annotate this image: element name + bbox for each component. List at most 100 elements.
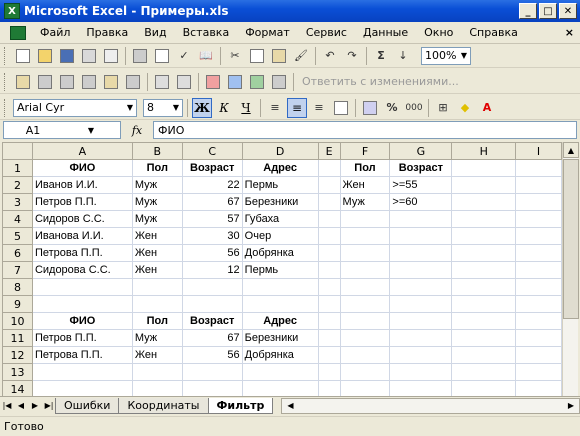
- cell[interactable]: 56: [181, 244, 243, 262]
- thousands-separator-button[interactable]: 000: [404, 98, 424, 118]
- cell[interactable]: [31, 278, 133, 296]
- cell[interactable]: [451, 329, 517, 347]
- cut-icon[interactable]: ✂: [225, 46, 245, 66]
- cell[interactable]: [515, 346, 562, 364]
- column-header[interactable]: C: [181, 142, 243, 160]
- cell[interactable]: Сидоров С.С.: [31, 210, 133, 228]
- cell[interactable]: [451, 312, 517, 330]
- review-icon-8[interactable]: [174, 72, 194, 92]
- horizontal-scrollbar[interactable]: ◀ ▶: [281, 397, 580, 414]
- column-header[interactable]: G: [389, 142, 453, 160]
- cell[interactable]: [339, 244, 391, 262]
- cell[interactable]: [451, 159, 517, 177]
- row-header[interactable]: 13: [2, 363, 33, 381]
- cell[interactable]: [451, 193, 517, 211]
- cell[interactable]: [389, 295, 453, 313]
- cell[interactable]: [389, 278, 453, 296]
- cell[interactable]: Жен: [131, 346, 183, 364]
- column-header[interactable]: H: [451, 142, 517, 160]
- row-header[interactable]: 2: [2, 176, 33, 194]
- column-header[interactable]: A: [31, 142, 133, 160]
- row-header[interactable]: 4: [2, 210, 33, 228]
- cell[interactable]: [389, 380, 453, 396]
- cell[interactable]: Петрова П.П.: [31, 244, 133, 262]
- sheet-tab-coordinates[interactable]: Координаты: [118, 397, 209, 414]
- new-icon[interactable]: [13, 46, 33, 66]
- column-header[interactable]: E: [317, 142, 341, 160]
- cell[interactable]: [317, 380, 341, 396]
- chevron-down-icon[interactable]: ▼: [458, 51, 470, 60]
- review-icon-2[interactable]: [35, 72, 55, 92]
- spelling-icon[interactable]: ✓: [174, 46, 194, 66]
- review-icon-12[interactable]: [269, 72, 289, 92]
- cell[interactable]: [451, 380, 517, 396]
- fill-color-icon[interactable]: ◆: [455, 98, 475, 118]
- cell[interactable]: [181, 380, 243, 396]
- cell[interactable]: [317, 278, 341, 296]
- cell[interactable]: [451, 210, 517, 228]
- cell[interactable]: [389, 210, 453, 228]
- cell[interactable]: [241, 295, 319, 313]
- cell[interactable]: [451, 363, 517, 381]
- menu-view[interactable]: Вид: [136, 26, 174, 39]
- menu-tools[interactable]: Сервис: [298, 26, 355, 39]
- cell[interactable]: Жен: [339, 176, 391, 194]
- cell[interactable]: 67: [181, 193, 243, 211]
- cell[interactable]: [451, 176, 517, 194]
- zoom-combo[interactable]: 100% ▼: [421, 46, 471, 65]
- review-icon-1[interactable]: [13, 72, 33, 92]
- row-header[interactable]: 8: [2, 278, 33, 296]
- cell[interactable]: Муж: [131, 210, 183, 228]
- cell[interactable]: [339, 261, 391, 279]
- cell[interactable]: ФИО: [31, 159, 133, 177]
- cell[interactable]: [181, 278, 243, 296]
- cell[interactable]: Пол: [131, 312, 183, 330]
- cell[interactable]: 57: [181, 210, 243, 228]
- cell[interactable]: Возраст: [181, 159, 243, 177]
- insert-function-icon[interactable]: fx: [121, 124, 153, 137]
- column-header[interactable]: I: [515, 142, 562, 160]
- cell[interactable]: 56: [181, 346, 243, 364]
- cell[interactable]: Адрес: [241, 159, 319, 177]
- row-header[interactable]: 12: [2, 346, 33, 364]
- cell[interactable]: 67: [181, 329, 243, 347]
- cell[interactable]: [317, 244, 341, 262]
- maximize-button[interactable]: □: [539, 3, 557, 19]
- align-left-icon[interactable]: ≡: [265, 98, 285, 118]
- cell[interactable]: [515, 244, 562, 262]
- cell[interactable]: Сидорова С.С.: [31, 261, 133, 279]
- cell[interactable]: [515, 227, 562, 245]
- prev-sheet-icon[interactable]: ◀: [14, 401, 28, 410]
- scroll-left-icon[interactable]: ◀: [282, 401, 298, 410]
- cell[interactable]: Петров П.П.: [31, 193, 133, 211]
- cell[interactable]: [317, 176, 341, 194]
- cell[interactable]: 12: [181, 261, 243, 279]
- row-header[interactable]: 11: [2, 329, 33, 347]
- cell[interactable]: 22: [181, 176, 243, 194]
- cell[interactable]: Жен: [131, 244, 183, 262]
- cell[interactable]: [317, 159, 341, 177]
- cell[interactable]: [131, 363, 183, 381]
- cell[interactable]: >=55: [389, 176, 453, 194]
- row-header[interactable]: 9: [2, 295, 33, 313]
- cell[interactable]: Петров П.П.: [31, 329, 133, 347]
- cell[interactable]: [339, 295, 391, 313]
- cell[interactable]: [389, 312, 453, 330]
- sort-ascending-icon[interactable]: ↓: [393, 46, 413, 66]
- cell[interactable]: [241, 363, 319, 381]
- percent-button[interactable]: %: [382, 98, 402, 118]
- menu-window[interactable]: Окно: [416, 26, 461, 39]
- row-header[interactable]: 5: [2, 227, 33, 245]
- row-header[interactable]: 7: [2, 261, 33, 279]
- cell[interactable]: [339, 329, 391, 347]
- bold-button[interactable]: Ж: [192, 97, 212, 118]
- cell[interactable]: Муж: [131, 193, 183, 211]
- cell[interactable]: [317, 329, 341, 347]
- cell[interactable]: Пермь: [241, 261, 319, 279]
- cell[interactable]: [389, 261, 453, 279]
- review-icon-10[interactable]: [225, 72, 245, 92]
- cell[interactable]: [451, 261, 517, 279]
- merge-center-icon[interactable]: [331, 98, 351, 118]
- cell[interactable]: [339, 380, 391, 396]
- print-preview-icon[interactable]: [152, 46, 172, 66]
